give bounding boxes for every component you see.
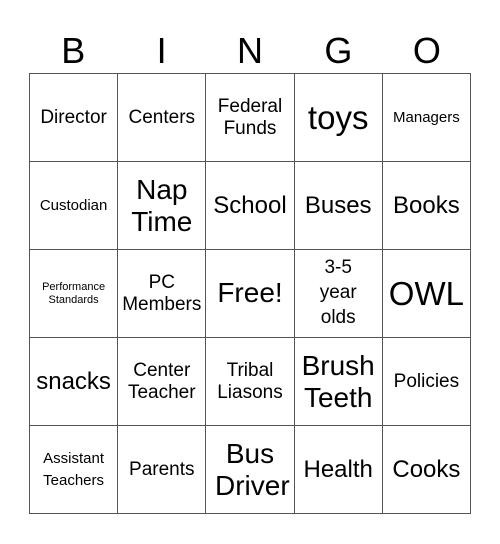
bingo-cell[interactable]: snacks bbox=[30, 338, 119, 426]
cell-label: Centers bbox=[128, 106, 196, 128]
bingo-cell[interactable]: Brush Teeth bbox=[294, 338, 383, 426]
bingo-cell[interactable]: 3-5 year olds bbox=[294, 250, 383, 338]
cell-label: Director bbox=[40, 106, 107, 128]
cell-label: Managers bbox=[393, 108, 460, 126]
header-letter-g: G bbox=[324, 30, 353, 71]
header-letter-b: B bbox=[61, 30, 86, 71]
cell-label: Bus Driver bbox=[214, 438, 290, 501]
bingo-cell[interactable]: Policies bbox=[382, 338, 471, 426]
bingo-cell[interactable]: Health bbox=[294, 426, 383, 514]
bingo-cell[interactable]: Center Teacher bbox=[118, 338, 207, 426]
cell-label: toys bbox=[307, 98, 369, 136]
cell-label: Books bbox=[393, 191, 460, 219]
cell-label: Policies bbox=[393, 370, 460, 392]
bingo-cell[interactable]: Performance Standards bbox=[30, 250, 119, 338]
bingo-header: B I N G O bbox=[29, 28, 471, 73]
bingo-cell[interactable]: Custodian bbox=[30, 162, 119, 250]
bingo-cell[interactable]: Parents bbox=[118, 426, 207, 514]
cell-label: Health bbox=[303, 455, 373, 483]
header-letter-n: N bbox=[237, 30, 264, 71]
header-letter-i: I bbox=[156, 30, 167, 71]
cell-label: Brush Teeth bbox=[301, 350, 375, 413]
bingo-cell[interactable]: Books bbox=[382, 162, 471, 250]
bingo-cell[interactable]: School bbox=[206, 162, 295, 250]
cell-label: 3-5 year olds bbox=[319, 257, 357, 328]
cell-label: Tribal Liasons bbox=[217, 359, 283, 403]
cell-label: Nap Time bbox=[131, 174, 193, 237]
cell-label: snacks bbox=[36, 367, 111, 395]
bingo-cell free-space[interactable]: Free! bbox=[206, 250, 295, 338]
header-letter-o: O bbox=[412, 30, 441, 71]
cell-label: Performance Standards bbox=[42, 280, 106, 306]
bingo-cell[interactable]: Bus Driver bbox=[206, 426, 295, 514]
cell-label: Free! bbox=[217, 277, 283, 309]
bingo-cell[interactable]: Cooks bbox=[382, 426, 471, 514]
cell-label: School bbox=[213, 191, 287, 219]
bingo-card-grid: Director Centers Federal Funds toys Mana… bbox=[29, 73, 471, 514]
bingo-cell[interactable]: Buses bbox=[294, 162, 383, 250]
cell-label: Center Teacher bbox=[127, 359, 196, 403]
bingo-cell[interactable]: Tribal Liasons bbox=[206, 338, 295, 426]
cell-label: Custodian bbox=[39, 196, 108, 214]
bingo-cell[interactable]: Managers bbox=[382, 74, 471, 162]
cell-label: Federal Funds bbox=[217, 95, 283, 139]
cell-label: Buses bbox=[304, 191, 372, 219]
bingo-cell[interactable]: Federal Funds bbox=[206, 74, 295, 162]
bingo-cell[interactable]: OWL bbox=[382, 250, 471, 338]
bingo-cell[interactable]: PC Members bbox=[118, 250, 207, 338]
cell-label: Cooks bbox=[392, 455, 461, 483]
bingo-cell[interactable]: Nap Time bbox=[118, 162, 207, 250]
cell-label: Assistant Teachers bbox=[43, 449, 105, 489]
bingo-cell[interactable]: Assistant Teachers bbox=[30, 426, 119, 514]
cell-label: PC Members bbox=[122, 271, 202, 315]
cell-label: Parents bbox=[129, 458, 195, 480]
bingo-cell[interactable]: toys bbox=[294, 74, 383, 162]
cell-label: OWL bbox=[388, 274, 464, 312]
bingo-cell[interactable]: Centers bbox=[118, 74, 207, 162]
bingo-cell[interactable]: Director bbox=[30, 74, 119, 162]
